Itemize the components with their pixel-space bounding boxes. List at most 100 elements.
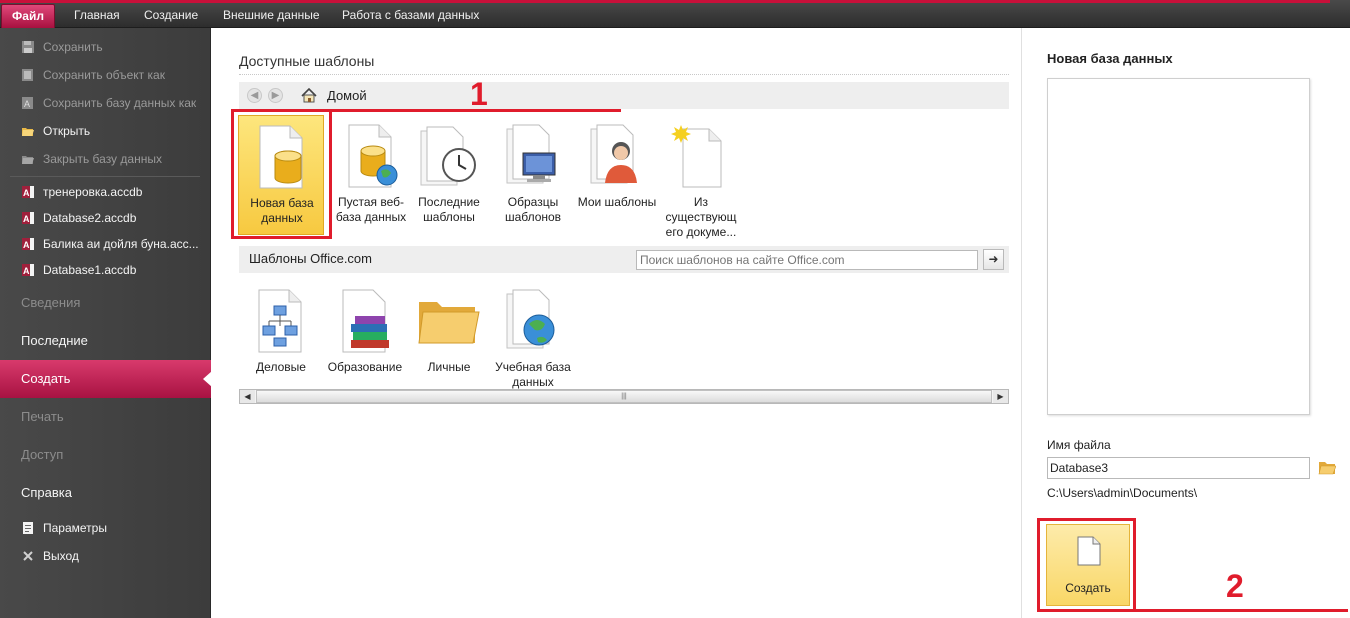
recent-file-label: Балика аи дойля буна.acc...	[43, 237, 199, 251]
tile-label: Учебная база данных	[495, 360, 571, 389]
filename-input[interactable]	[1047, 457, 1310, 479]
books-icon	[342, 289, 389, 353]
backstage-nav: Сохранить Сохранить объект как A Сохрани…	[0, 28, 212, 618]
svg-text:A: A	[23, 266, 30, 276]
highlight-line-2	[1135, 609, 1348, 612]
template-breadcrumb-bar: ◀ ▶ Домой	[239, 82, 1009, 109]
nav-help[interactable]: Справка	[0, 474, 211, 512]
business-tile[interactable]: Деловые	[238, 280, 324, 400]
svg-text:A: A	[23, 188, 30, 198]
ribbon-accent-line	[0, 0, 1330, 3]
tile-label: Последние шаблоны	[418, 195, 480, 224]
title-divider	[239, 74, 1009, 75]
nav-print[interactable]: Печать	[0, 398, 211, 436]
filename-label: Имя файла	[1047, 438, 1111, 452]
recent-file-item[interactable]: A Балика аи дойля буна.acc...	[0, 230, 211, 258]
forward-button[interactable]: ▶	[268, 88, 283, 103]
exit-icon	[23, 551, 33, 561]
tile-label: Деловые	[256, 360, 306, 374]
recent-file-item[interactable]: A Database1.accdb	[0, 256, 211, 284]
highlight-box-new-database	[231, 109, 332, 239]
folder-icon	[418, 302, 480, 344]
education-tile[interactable]: Образование	[322, 280, 408, 400]
home-icon[interactable]	[301, 88, 317, 103]
access-file-icon: A	[22, 238, 34, 250]
save-database-as-label: Сохранить базу данных как	[43, 96, 197, 110]
recent-templates-tile[interactable]: Последние шаблоны	[406, 115, 492, 235]
svg-text:A: A	[24, 99, 30, 109]
tile-label: Мои шаблоны	[577, 195, 657, 209]
close-database-command[interactable]: Закрыть базу данных	[0, 145, 211, 173]
save-icon	[22, 41, 34, 53]
templates-panel: Доступные шаблоны ◀ ▶ Домой Новая база д…	[211, 28, 1021, 618]
nav-recent[interactable]: Последние	[0, 322, 211, 360]
tab-external-data[interactable]: Внешние данные	[209, 4, 334, 26]
save-path: C:\Users\admin\Documents\	[1047, 486, 1198, 500]
computer-icon	[506, 124, 556, 184]
tile-label: Из существующ его докуме...	[665, 195, 737, 239]
exit-command[interactable]: Выход	[0, 542, 211, 570]
office-templates-bar: Шаблоны Office.com ➜	[239, 246, 1009, 273]
open-command[interactable]: Открыть	[0, 117, 211, 145]
recent-file-item[interactable]: A тренеровка.accdb	[0, 178, 211, 206]
clock-icon	[420, 126, 476, 186]
nav-info[interactable]: Сведения	[0, 284, 211, 322]
save-database-as-command[interactable]: A Сохранить базу данных как	[0, 89, 211, 117]
recent-file-label: тренеровка.accdb	[43, 185, 143, 199]
tab-home[interactable]: Главная	[60, 4, 134, 26]
exit-label: Выход	[43, 549, 79, 563]
panel-title: Новая база данных	[1047, 51, 1173, 66]
svg-text:A: A	[23, 214, 30, 224]
save-command[interactable]: Сохранить	[0, 33, 211, 61]
templates-hscrollbar[interactable]: ◀ ||| ▶	[239, 389, 1009, 404]
close-database-label: Закрыть базу данных	[43, 152, 162, 166]
open-label: Открыть	[43, 124, 91, 138]
recent-file-label: Database1.accdb	[43, 263, 137, 277]
sample-templates-tile[interactable]: Образцы шаблонов	[490, 115, 576, 235]
person-icon	[590, 124, 637, 184]
options-label: Параметры	[43, 521, 107, 535]
template-search-input[interactable]	[636, 250, 978, 270]
recent-file-label: Database2.accdb	[43, 211, 137, 225]
personal-tile[interactable]: Личные	[406, 280, 492, 400]
scroll-thumb[interactable]: |||	[256, 390, 992, 403]
nav-share[interactable]: Доступ	[0, 436, 211, 474]
tab-database-tools[interactable]: Работа с базами данных	[328, 4, 493, 26]
save-label: Сохранить	[43, 40, 103, 54]
from-existing-document-tile[interactable]: Из существующ его докуме...	[658, 115, 744, 239]
back-button[interactable]: ◀	[247, 88, 262, 103]
template-preview	[1047, 78, 1310, 415]
browse-folder-icon[interactable]	[1318, 459, 1336, 475]
close-folder-icon	[22, 156, 34, 164]
options-icon	[23, 522, 33, 534]
access-file-icon: A	[22, 212, 34, 224]
nav-divider	[10, 176, 200, 177]
access-file-icon: A	[22, 186, 34, 198]
globe-icon	[506, 289, 555, 349]
scroll-left-icon[interactable]: ◀	[240, 390, 255, 403]
access-file-icon: A	[22, 264, 34, 276]
tile-label: Образование	[327, 360, 403, 374]
sample-database-tile[interactable]: Учебная база данных	[490, 280, 576, 400]
open-folder-icon	[22, 128, 34, 136]
home-breadcrumb[interactable]: Домой	[327, 88, 367, 103]
new-document-icon	[671, 125, 722, 188]
blank-web-database-tile[interactable]: Пустая веб-база данных	[328, 115, 414, 235]
tile-label: Пустая веб-база данных	[335, 195, 407, 224]
tile-label: Образцы шаблонов	[504, 195, 562, 224]
search-go-button[interactable]: ➜	[983, 249, 1004, 270]
my-templates-tile[interactable]: Мои шаблоны	[574, 115, 660, 235]
options-command[interactable]: Параметры	[0, 514, 211, 542]
recent-file-item[interactable]: A Database2.accdb	[0, 204, 211, 232]
scroll-right-icon[interactable]: ▶	[993, 390, 1008, 403]
tab-file[interactable]: Файл	[1, 4, 55, 28]
save-object-as-label: Сохранить объект как	[43, 68, 165, 82]
save-object-as-command[interactable]: Сохранить объект как	[0, 61, 211, 89]
annotation-marker-2: 2	[1226, 568, 1244, 604]
svg-text:A: A	[23, 240, 30, 250]
available-templates-title: Доступные шаблоны	[239, 53, 375, 69]
web-database-icon	[348, 124, 398, 188]
org-chart-icon	[258, 289, 302, 353]
tab-create[interactable]: Создание	[130, 4, 212, 26]
nav-new[interactable]: Создать	[0, 360, 212, 398]
